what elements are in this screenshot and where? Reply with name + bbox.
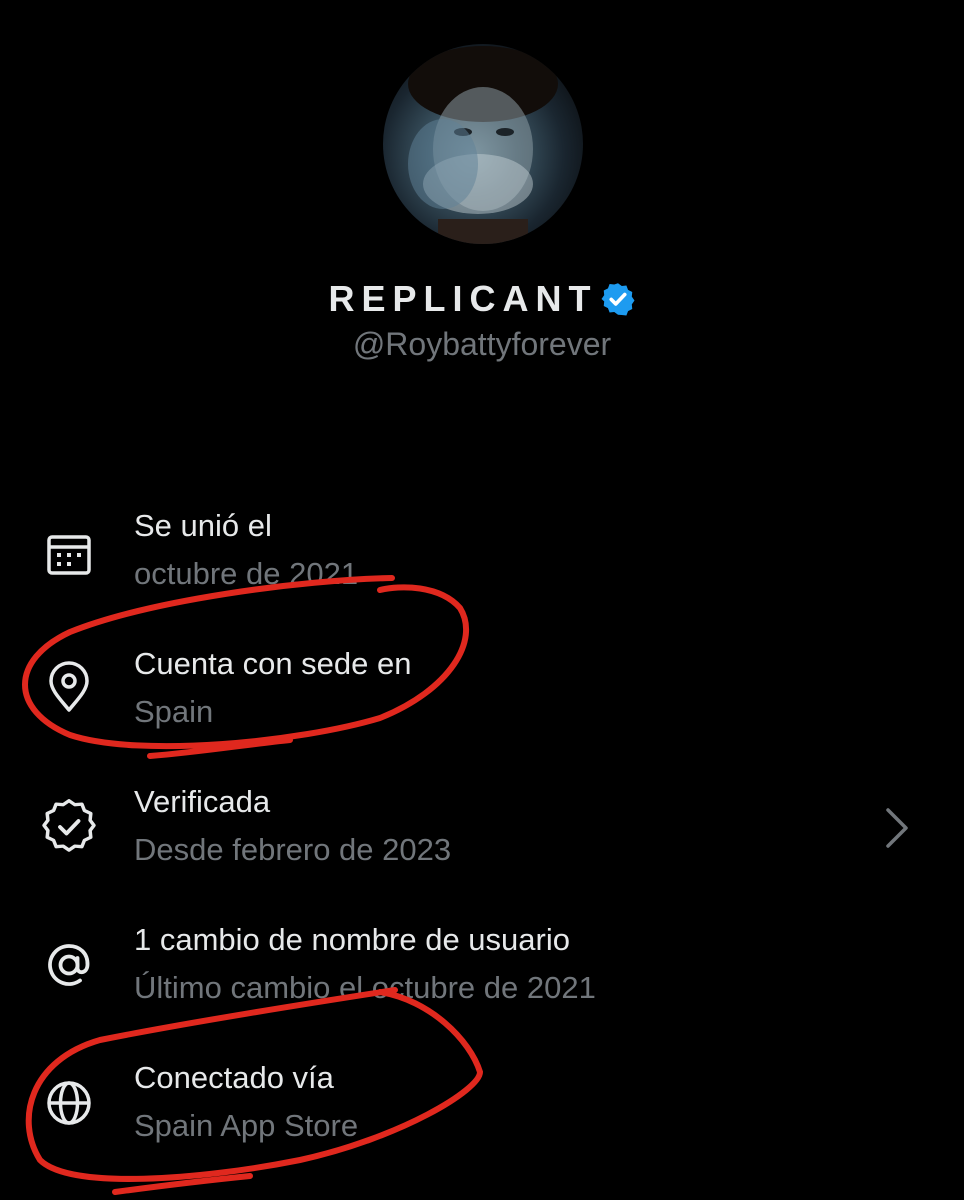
- chevron-right-icon[interactable]: [882, 806, 912, 850]
- info-item-verified[interactable]: Verificada Desde febrero de 2023: [0, 784, 964, 894]
- verified-check-icon: [40, 798, 98, 856]
- info-title: Verificada: [134, 784, 271, 819]
- info-item-location: Cuenta con sede en Spain: [0, 646, 964, 756]
- calendar-icon: [40, 526, 98, 584]
- info-subtitle: Spain App Store: [134, 1108, 359, 1143]
- at-sign-icon: [40, 936, 98, 994]
- info-subtitle: Spain: [134, 694, 214, 729]
- verified-badge-icon[interactable]: [600, 281, 636, 317]
- avatar-image: [408, 46, 558, 244]
- info-item-username-changes: 1 cambio de nombre de usuario Último cam…: [0, 922, 964, 1032]
- location-pin-icon: [40, 658, 98, 716]
- display-name: REPLICANT: [328, 278, 598, 319]
- info-item-connected-via: Conectado vía Spain App Store: [0, 1060, 964, 1170]
- info-title: Conectado vía: [134, 1060, 334, 1095]
- profile-name-row: REPLICANT: [0, 276, 964, 322]
- info-title: Se unió el: [134, 508, 272, 543]
- info-subtitle: Último cambio el octubre de 2021: [134, 970, 596, 1005]
- globe-icon: [40, 1074, 98, 1132]
- info-subtitle: Desde febrero de 2023: [134, 832, 452, 867]
- profile-handle: @Roybattyforever: [352, 326, 612, 362]
- info-title: 1 cambio de nombre de usuario: [134, 922, 570, 957]
- info-subtitle: octubre de 2021: [134, 556, 359, 591]
- info-item-joined: Se unió el octubre de 2021: [0, 508, 964, 618]
- info-title: Cuenta con sede en: [134, 646, 412, 681]
- avatar[interactable]: [383, 44, 583, 244]
